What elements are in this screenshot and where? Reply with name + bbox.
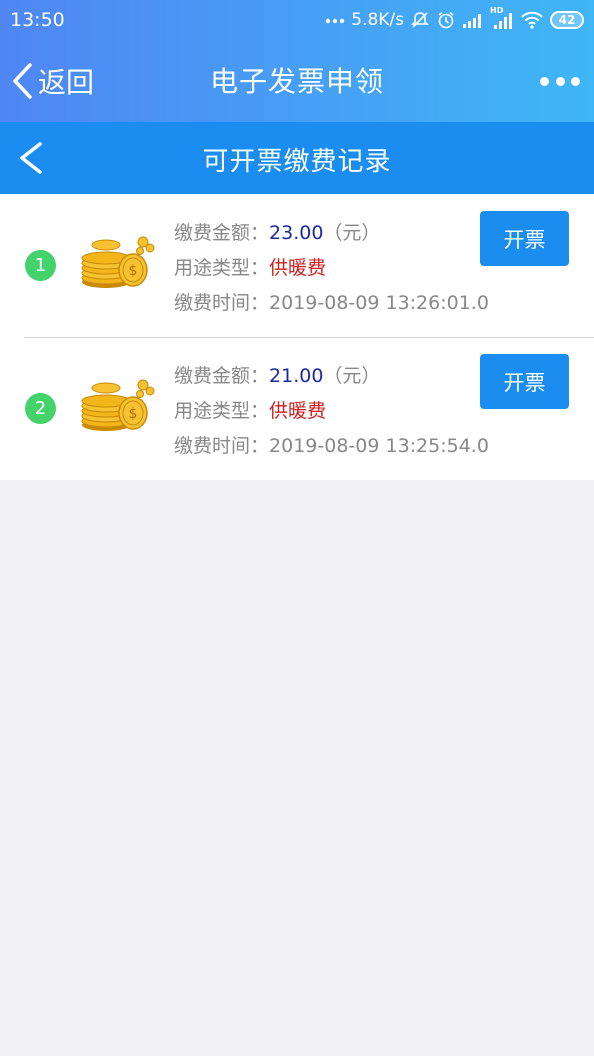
more-dot — [540, 76, 549, 86]
hd-label: HD — [490, 6, 504, 15]
record-info: 缴费金额：21.00（元） 用途类型：供暖费 缴费时间：2019-08-09 1… — [174, 359, 489, 464]
signal-icon — [463, 14, 481, 28]
status-icons: 5.8K/s HD 42 — [325, 6, 584, 30]
gold-coins-icon: $ — [81, 236, 155, 288]
type-row: 用途类型：供暖费 — [174, 251, 489, 286]
status-time: 13:50 — [10, 9, 65, 31]
more-dots-icon — [326, 18, 345, 24]
wifi-icon — [521, 11, 543, 29]
title-bar: 返回 电子发票申领 — [0, 40, 594, 122]
issue-invoice-button[interactable]: 开票 — [480, 354, 569, 409]
battery-icon: 42 — [550, 11, 584, 29]
time-row: 缴费时间：2019-08-09 13:26:01.0 — [174, 286, 489, 321]
type-label: 用途类型： — [174, 400, 270, 422]
page-title: 电子发票申领 — [209, 65, 384, 98]
amount-unit: （元） — [323, 222, 381, 244]
amount-row: 缴费金额：21.00（元） — [174, 359, 489, 394]
amount-unit: （元） — [323, 365, 381, 387]
index-badge: 1 — [25, 250, 56, 281]
amount-label: 缴费金额： — [174, 365, 270, 387]
amount-value: 21.00 — [269, 365, 324, 387]
record-info: 缴费金额：23.00（元） 用途类型：供暖费 缴费时间：2019-08-09 1… — [174, 216, 489, 321]
mute-icon — [411, 12, 429, 28]
payment-record-list: 1 $ 缴费金额：23.00（元） 用途类型：供暖费 缴费时间：2019-08-… — [0, 194, 594, 480]
sub-header: 可开票缴费记录 — [0, 122, 594, 194]
time-value: 2019-08-09 13:26:01.0 — [269, 292, 489, 314]
app-header: 13:50 5.8K/s HD 42 返回 电子发票申领 — [0, 0, 594, 122]
more-dot — [555, 76, 565, 86]
status-bar: 13:50 5.8K/s HD 42 — [0, 0, 594, 40]
more-options-button[interactable] — [540, 70, 580, 92]
type-label: 用途类型： — [174, 257, 270, 279]
time-value: 2019-08-09 13:25:54.0 — [269, 435, 489, 457]
network-speed: 5.8K/s — [351, 10, 404, 30]
time-label: 缴费时间： — [174, 292, 270, 314]
list-item: 2 $ 缴费金额：21.00（元） 用途类型：供暖费 缴费时间：2019-08-… — [0, 337, 594, 480]
type-value: 供暖费 — [269, 400, 327, 422]
type-row: 用途类型：供暖费 — [174, 394, 489, 429]
index-badge: 2 — [25, 393, 56, 424]
more-dot — [571, 76, 580, 86]
list-item: 1 $ 缴费金额：23.00（元） 用途类型：供暖费 缴费时间：2019-08-… — [0, 194, 594, 337]
svg-text:$: $ — [129, 263, 138, 279]
time-label: 缴费时间： — [174, 435, 270, 457]
issue-invoice-button[interactable]: 开票 — [480, 211, 569, 266]
time-row: 缴费时间：2019-08-09 13:25:54.0 — [174, 429, 489, 464]
gold-coins-icon: $ — [81, 379, 155, 431]
alarm-icon — [438, 11, 454, 29]
amount-value: 23.00 — [269, 222, 324, 244]
type-value: 供暖费 — [269, 257, 327, 279]
amount-row: 缴费金额：23.00（元） — [174, 216, 489, 251]
svg-text:$: $ — [129, 406, 138, 422]
sub-title: 可开票缴费记录 — [202, 147, 392, 177]
amount-label: 缴费金额： — [174, 222, 270, 244]
